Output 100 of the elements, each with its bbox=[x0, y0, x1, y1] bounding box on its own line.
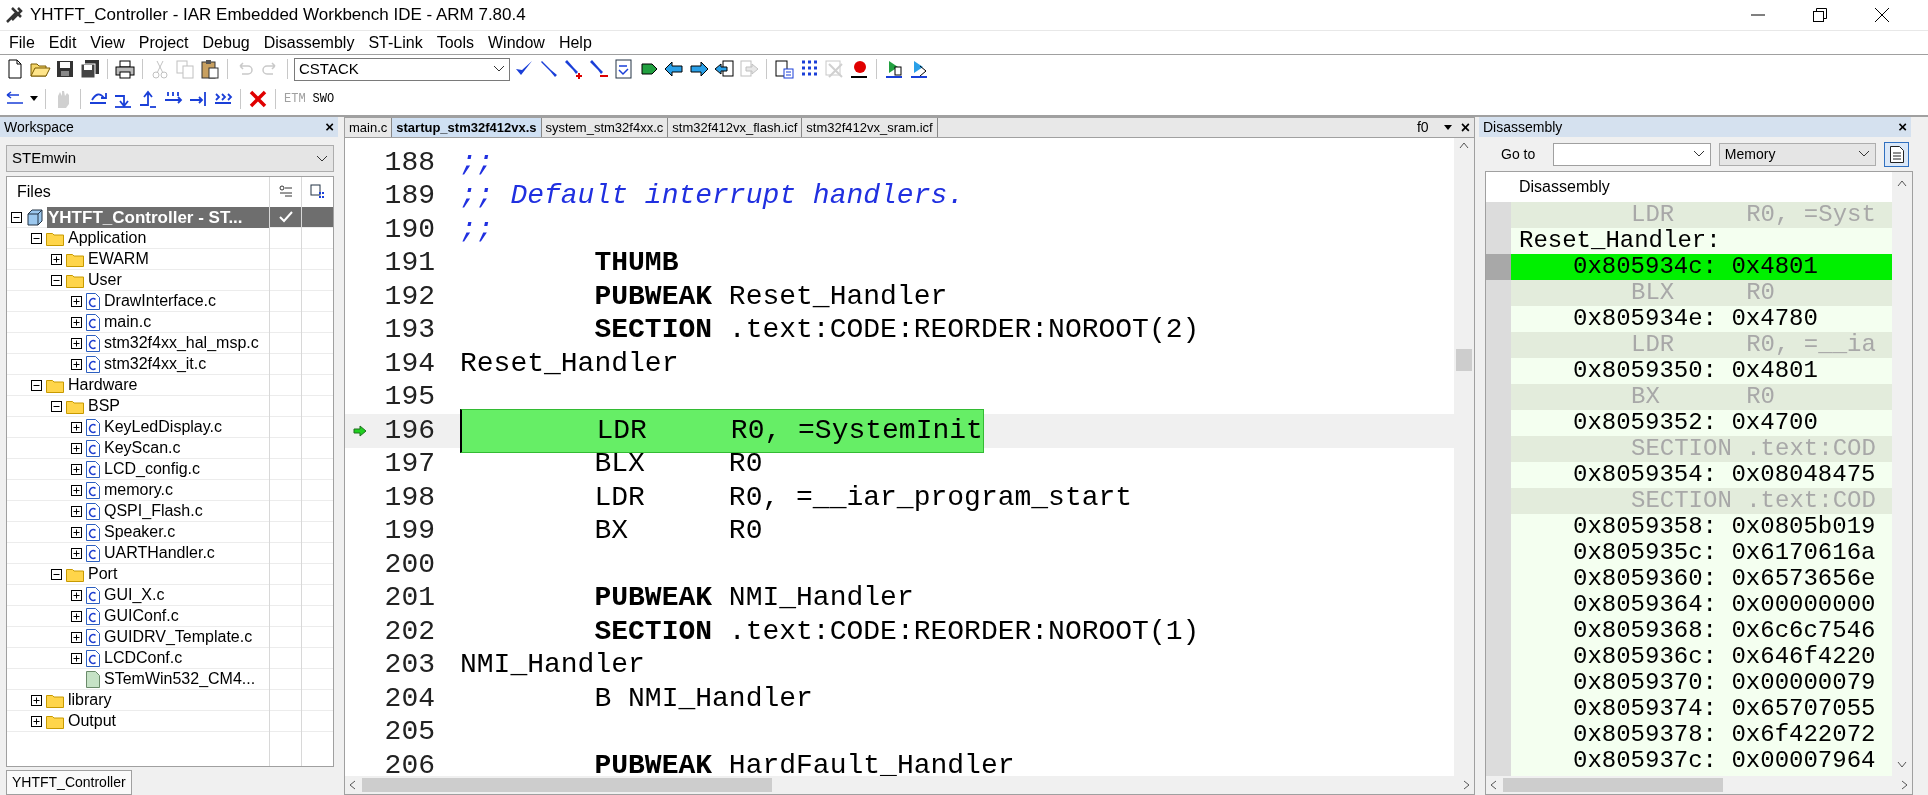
configuration-dropdown[interactable]: STEmwin bbox=[6, 145, 334, 172]
tree-item[interactable]: Port bbox=[88, 562, 118, 586]
tree-item[interactable]: KeyLedDisplay.c bbox=[104, 415, 222, 439]
tree-item[interactable]: User bbox=[88, 268, 122, 292]
caret-icon[interactable] bbox=[29, 95, 39, 103]
memory-dropdown[interactable]: Memory bbox=[1718, 142, 1877, 166]
menu-item[interactable]: Window bbox=[481, 29, 552, 56]
goto-field[interactable] bbox=[1553, 142, 1711, 166]
close-button[interactable]: × bbox=[1460, 115, 1470, 140]
tree-item[interactable]: GUI_X.c bbox=[104, 583, 165, 607]
collapse-icon[interactable] bbox=[51, 274, 62, 286]
file-tab[interactable]: stm32f412vx_sram.icf bbox=[802, 118, 938, 137]
tree-item[interactable]: QSPI_Flash.c bbox=[104, 499, 203, 523]
expand-icon[interactable] bbox=[71, 337, 82, 349]
expand-icon[interactable] bbox=[71, 421, 82, 433]
file-tab[interactable]: system_stm32f4xx.c bbox=[541, 118, 669, 137]
arrows-page-icon[interactable] bbox=[713, 58, 735, 80]
tree-item[interactable]: stm32f4xx_hal_msp.c bbox=[104, 331, 259, 355]
stack-combo[interactable]: CSTACK bbox=[294, 57, 510, 81]
tree-item[interactable]: memory.c bbox=[104, 478, 174, 502]
function-box[interactable]: f0 bbox=[1416, 117, 1429, 138]
close-button[interactable]: × bbox=[1898, 115, 1907, 139]
play-download-icon[interactable] bbox=[883, 58, 905, 80]
expand-icon[interactable] bbox=[71, 358, 82, 370]
menu-item[interactable]: Debug bbox=[195, 29, 257, 56]
expand-icon[interactable] bbox=[51, 253, 62, 265]
menu-item[interactable]: View bbox=[83, 29, 132, 56]
file-tab[interactable]: stm32f412vx_flash.icf bbox=[668, 118, 803, 137]
build-status-icon[interactable] bbox=[309, 184, 326, 200]
tree-item[interactable]: KeyScan.c bbox=[104, 436, 181, 460]
scroll-right-icon[interactable] bbox=[1901, 780, 1908, 790]
save-all-icon[interactable] bbox=[79, 58, 101, 80]
horizontal-scrollbar[interactable] bbox=[1486, 776, 1912, 794]
expand-icon[interactable] bbox=[71, 484, 82, 496]
expand-icon[interactable] bbox=[71, 589, 82, 601]
document-grid-icon[interactable] bbox=[773, 58, 795, 80]
menu-item[interactable]: ST-Link bbox=[361, 29, 430, 56]
tree-item[interactable]: stm32f4xx_it.c bbox=[104, 352, 207, 376]
tree-item[interactable]: BSP bbox=[88, 394, 120, 418]
file-tab[interactable]: startup_stm32f412vx.s bbox=[392, 118, 542, 137]
expand-icon[interactable] bbox=[71, 526, 82, 538]
tree-item[interactable]: LCDConf.c bbox=[104, 646, 183, 670]
column-options-icon[interactable] bbox=[277, 185, 294, 199]
menu-item[interactable]: Tools bbox=[429, 29, 481, 56]
menu-item[interactable]: Disassembly bbox=[256, 29, 362, 56]
close-icon[interactable] bbox=[1874, 7, 1890, 23]
caret-icon[interactable] bbox=[1442, 123, 1453, 132]
vertical-scrollbar[interactable] bbox=[1454, 138, 1474, 776]
tree-item[interactable]: UARTHandler.c bbox=[104, 541, 215, 565]
collapse-icon[interactable] bbox=[51, 400, 62, 412]
tree-item[interactable]: library bbox=[68, 688, 112, 712]
trace-button[interactable]: SWO bbox=[310, 90, 337, 108]
workspace-tab[interactable]: YHTFT_Controller bbox=[6, 770, 132, 795]
expand-icon[interactable] bbox=[71, 505, 82, 517]
save-icon[interactable] bbox=[54, 58, 76, 80]
tree-item[interactable]: main.c bbox=[104, 310, 152, 334]
expand-icon[interactable] bbox=[71, 442, 82, 454]
workspace-tree-root[interactable]: YHTFT_Controller - ST... bbox=[47, 206, 269, 228]
scroll-left-icon[interactable] bbox=[1490, 780, 1497, 790]
expand-icon[interactable] bbox=[31, 694, 42, 706]
tree-item[interactable]: LCD_config.c bbox=[104, 457, 201, 481]
menu-item[interactable]: Edit bbox=[41, 29, 84, 56]
scroll-left-icon[interactable] bbox=[349, 780, 356, 790]
collapse-icon[interactable] bbox=[11, 211, 22, 223]
tree-item[interactable]: Hardware bbox=[68, 373, 138, 397]
expand-icon[interactable] bbox=[31, 715, 42, 727]
menu-item[interactable]: Project bbox=[131, 29, 196, 56]
close-button[interactable]: × bbox=[325, 115, 334, 139]
collapse-icon[interactable] bbox=[31, 379, 42, 391]
menu-item[interactable]: Help bbox=[551, 29, 599, 56]
tree-item[interactable]: GUIDRV_Template.c bbox=[104, 625, 253, 649]
scroll-up-icon[interactable] bbox=[1459, 142, 1469, 149]
expand-icon[interactable] bbox=[71, 463, 82, 475]
scroll-thumb[interactable] bbox=[1456, 349, 1472, 371]
expand-icon[interactable] bbox=[71, 295, 82, 307]
scroll-up-icon[interactable] bbox=[1897, 180, 1907, 187]
collapse-icon[interactable] bbox=[31, 232, 42, 244]
expand-icon[interactable] bbox=[71, 631, 82, 643]
tree-item[interactable]: STemWin532_CM4... bbox=[104, 667, 256, 691]
options-button[interactable] bbox=[1884, 141, 1909, 167]
menu-item[interactable]: File bbox=[2, 29, 42, 56]
record-icon[interactable] bbox=[848, 58, 870, 80]
play-page-icon[interactable] bbox=[908, 58, 930, 80]
step-out-icon[interactable] bbox=[137, 88, 159, 110]
tree-item[interactable]: GUIConf.c bbox=[104, 604, 179, 628]
restore-icon[interactable] bbox=[1812, 7, 1828, 23]
scroll-right-icon[interactable] bbox=[1463, 780, 1470, 790]
expand-icon[interactable] bbox=[71, 610, 82, 622]
expand-icon[interactable] bbox=[71, 316, 82, 328]
tree-item[interactable]: Speaker.c bbox=[104, 520, 176, 544]
tree-item[interactable]: Output bbox=[68, 709, 117, 733]
collapse-icon[interactable] bbox=[51, 568, 62, 580]
tree-item[interactable]: EWARM bbox=[88, 247, 149, 271]
paste-icon[interactable] bbox=[199, 58, 221, 80]
horizontal-scrollbar[interactable] bbox=[345, 776, 1474, 794]
vertical-scrollbar[interactable] bbox=[1892, 172, 1912, 776]
print-icon[interactable] bbox=[114, 58, 136, 80]
scroll-down-icon[interactable] bbox=[1897, 761, 1907, 768]
expand-icon[interactable] bbox=[71, 547, 82, 559]
expand-icon[interactable] bbox=[71, 652, 82, 664]
